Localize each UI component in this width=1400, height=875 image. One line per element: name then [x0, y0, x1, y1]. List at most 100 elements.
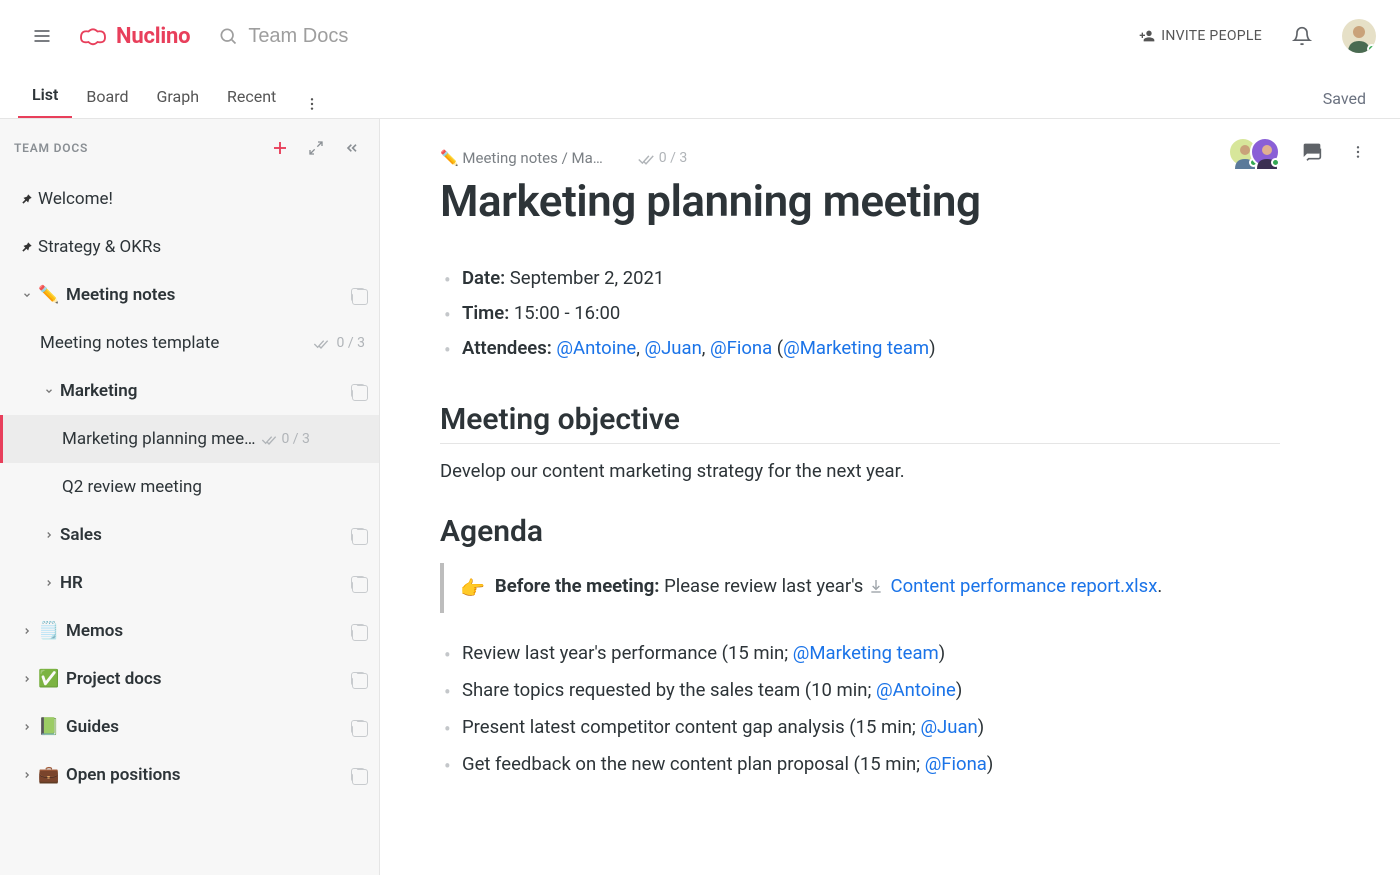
sidebar-item-project-docs[interactable]: ✅ Project docs — [0, 655, 379, 703]
chevron-right-icon — [18, 674, 36, 684]
tabs-more-icon[interactable] — [298, 90, 326, 118]
sidebar-item-strategy[interactable]: Strategy & OKRs — [0, 223, 379, 271]
page-title[interactable]: Marketing planning meeting — [440, 175, 1280, 227]
tab-recent[interactable]: Recent — [213, 77, 290, 118]
copy-icon[interactable] — [351, 528, 365, 542]
document-area: ✏️ Meeting notes / Ma… 0 / 3 Marketing p… — [380, 119, 1400, 875]
save-status: Saved — [1323, 89, 1382, 118]
sidebar-collapse-icon[interactable] — [339, 135, 365, 161]
download-icon — [868, 575, 884, 597]
search-input[interactable] — [246, 24, 546, 49]
sidebar-item-label: Sales — [60, 525, 102, 545]
sidebar-item-sales[interactable]: Sales — [0, 511, 379, 559]
agenda-list[interactable]: Review last year's performance (15 min; … — [440, 635, 1280, 783]
sidebar-item-meeting-notes[interactable]: ✏️ Meeting notes — [0, 271, 379, 319]
attachment-link[interactable]: Content performance report.xlsx — [891, 575, 1158, 597]
sidebar-item-label: Strategy & OKRs — [38, 237, 161, 257]
sidebar-expand-icon[interactable] — [303, 135, 329, 161]
task-progress: 0 / 3 — [313, 335, 365, 351]
hamburger-menu-icon[interactable] — [24, 18, 60, 54]
sidebar-item-welcome[interactable]: Welcome! — [0, 175, 379, 223]
sidebar-item-open-positions[interactable]: 💼 Open positions — [0, 751, 379, 799]
doc-more-icon[interactable] — [1344, 138, 1372, 166]
mention-antoine[interactable]: @Antoine — [876, 679, 956, 701]
mention-marketing-team[interactable]: @Marketing team — [783, 337, 929, 359]
workspace-search[interactable] — [218, 24, 546, 49]
meta-time-value: 15:00 - 16:00 — [509, 302, 620, 324]
briefcase-icon: 💼 — [38, 765, 58, 785]
agenda-item-after: ) — [956, 679, 962, 701]
sidebar-item-guides[interactable]: 📗 Guides — [0, 703, 379, 751]
agenda-item-text: Share topics requested by the sales team… — [462, 679, 876, 701]
tab-list[interactable]: List — [18, 75, 72, 118]
sidebar-item-meeting-notes-template[interactable]: Meeting notes template 0 / 3 — [0, 319, 379, 367]
meeting-meta[interactable]: Date: September 2, 2021 Time: 15:00 - 16… — [440, 261, 1280, 366]
mention-fiona[interactable]: @Fiona — [710, 337, 772, 359]
sidebar-item-label: Meeting notes — [66, 285, 175, 305]
invite-people-button[interactable]: INVITE PEOPLE — [1139, 28, 1262, 44]
mention-juan[interactable]: @Juan — [920, 716, 977, 738]
sidebar-item-marketing[interactable]: Marketing — [0, 367, 379, 415]
agenda-item-text: Present latest competitor content gap an… — [462, 716, 920, 738]
mention-fiona[interactable]: @Fiona — [925, 753, 987, 775]
agenda-item-after: ) — [978, 716, 984, 738]
mention-marketing-team[interactable]: @Marketing team — [793, 642, 939, 664]
callout-heading: Before the meeting: — [495, 575, 660, 597]
sidebar: TEAM DOCS Welcome! Strategy — [0, 119, 380, 875]
copy-icon[interactable] — [351, 672, 365, 686]
user-avatar[interactable] — [1342, 19, 1376, 53]
mention-antoine[interactable]: @Antoine — [556, 337, 636, 359]
sidebar-item-label: Meeting notes template — [40, 333, 219, 353]
sidebar-item-q2-review-meeting[interactable]: Q2 review meeting — [0, 463, 379, 511]
book-icon: 📗 — [38, 717, 58, 737]
sidebar-add-button[interactable] — [267, 135, 293, 161]
meta-time-label: Time: — [462, 302, 509, 324]
collaborator-avatars[interactable] — [1228, 137, 1280, 167]
brand-logo[interactable]: Nuclino — [78, 24, 190, 49]
copy-icon[interactable] — [351, 288, 365, 302]
breadcrumb-task-progress: 0 / 3 — [637, 150, 687, 166]
pointing-icon: 👉 — [460, 575, 485, 601]
chevron-right-icon — [18, 770, 36, 780]
copy-icon[interactable] — [351, 720, 365, 734]
pin-icon — [18, 240, 36, 254]
sidebar-item-label: Marketing — [60, 381, 137, 401]
mention-juan[interactable]: @Juan — [644, 337, 701, 359]
meta-date-value: September 2, 2021 — [505, 267, 664, 289]
heading-objective[interactable]: Meeting objective — [440, 402, 1280, 437]
collaborator-avatar[interactable] — [1250, 137, 1280, 167]
notifications-icon[interactable] — [1284, 18, 1320, 54]
comments-icon[interactable] — [1298, 138, 1326, 166]
callout-before-meeting[interactable]: 👉 Before the meeting: Please review last… — [440, 563, 1280, 613]
check-icon: ✅ — [38, 669, 58, 689]
pin-icon — [18, 192, 36, 206]
chevron-right-icon — [18, 626, 36, 636]
breadcrumb-icon: ✏️ — [440, 149, 459, 167]
objective-body[interactable]: Develop our content marketing strategy f… — [440, 460, 1280, 482]
tab-board[interactable]: Board — [72, 77, 142, 118]
sidebar-item-label: Welcome! — [38, 189, 113, 209]
invite-icon — [1139, 28, 1155, 44]
presence-dot — [1367, 44, 1376, 53]
agenda-item-after: ) — [939, 642, 945, 664]
sidebar-item-marketing-planning-meeting[interactable]: Marketing planning mee… 0 / 3 — [0, 415, 379, 463]
copy-icon[interactable] — [351, 624, 365, 638]
chevron-down-icon — [18, 290, 36, 300]
pencil-icon: ✏️ — [38, 285, 58, 305]
sidebar-item-memos[interactable]: 🗒️ Memos — [0, 607, 379, 655]
notepad-icon: 🗒️ — [38, 621, 58, 641]
chevron-right-icon — [40, 578, 58, 588]
tab-graph[interactable]: Graph — [143, 77, 214, 118]
invite-label: INVITE PEOPLE — [1161, 28, 1262, 44]
breadcrumb[interactable]: ✏️ Meeting notes / Ma… 0 / 3 — [440, 149, 1280, 167]
meta-attendees-label: Attendees: — [462, 337, 556, 359]
sidebar-item-label: Guides — [66, 717, 119, 737]
sidebar-item-label: HR — [60, 573, 83, 593]
heading-agenda[interactable]: Agenda — [440, 514, 1280, 549]
sidebar-item-label: Project docs — [66, 669, 162, 689]
copy-icon[interactable] — [351, 576, 365, 590]
copy-icon[interactable] — [351, 768, 365, 782]
copy-icon[interactable] — [351, 384, 365, 398]
breadcrumb-text: Meeting notes / Ma… — [462, 149, 602, 167]
sidebar-item-hr[interactable]: HR — [0, 559, 379, 607]
